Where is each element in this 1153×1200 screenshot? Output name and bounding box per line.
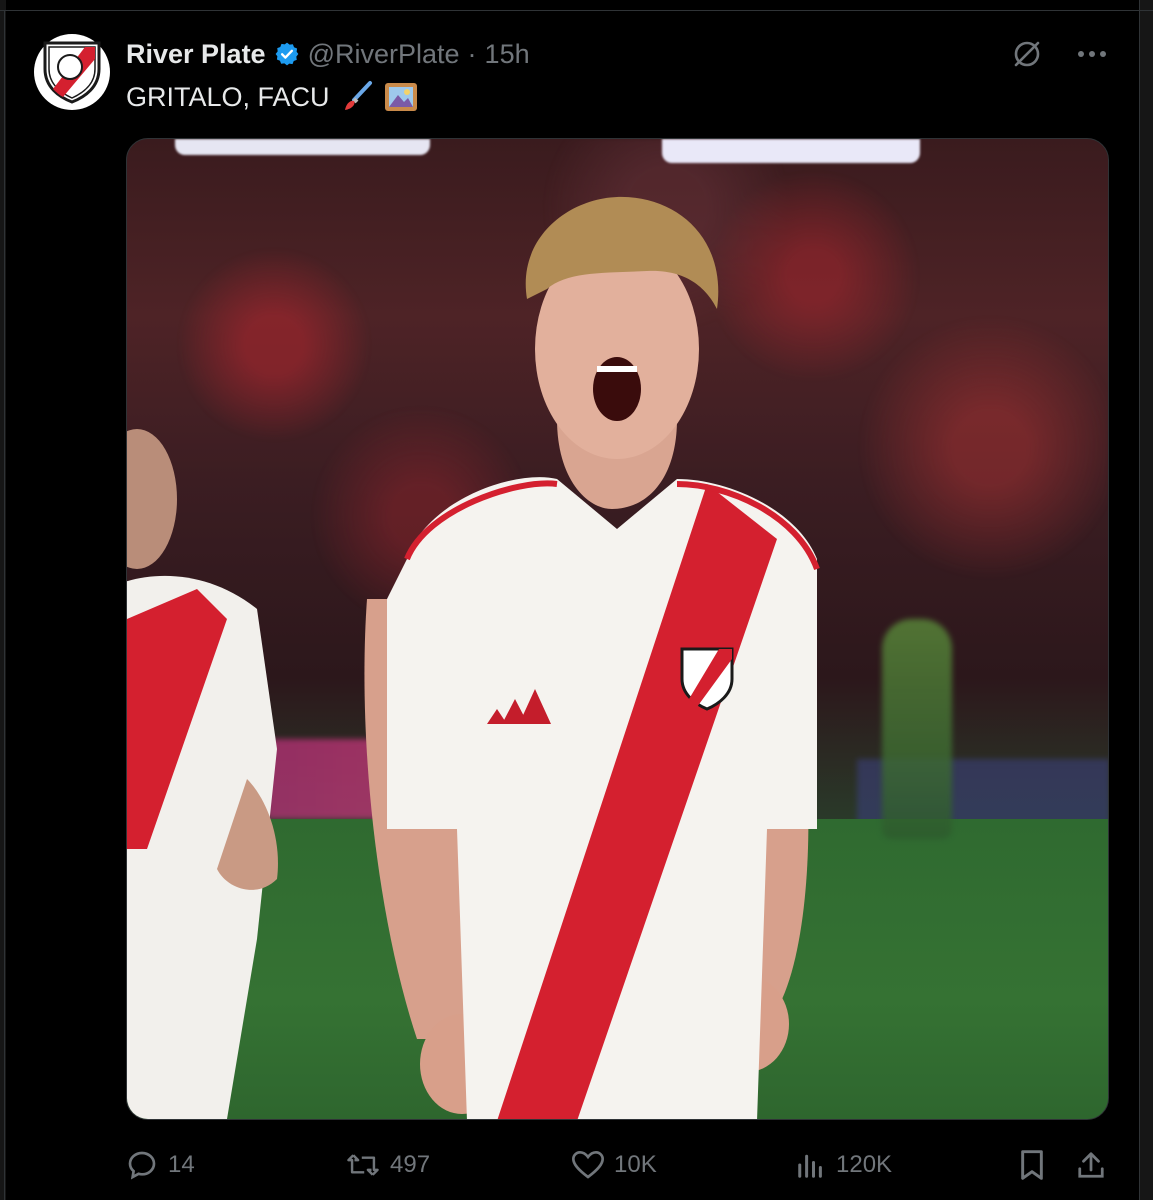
- left-divider: [4, 10, 5, 1200]
- repost-button[interactable]: 497: [346, 1145, 430, 1185]
- bookmark-button[interactable]: [1018, 1145, 1046, 1185]
- reply-button[interactable]: 14: [126, 1145, 195, 1185]
- like-count: 10K: [614, 1151, 657, 1178]
- player-figure: [364, 196, 820, 1119]
- views-button[interactable]: 120K: [796, 1145, 892, 1185]
- top-divider: [0, 10, 1153, 11]
- reply-icon: [126, 1149, 158, 1181]
- repost-icon: [346, 1149, 380, 1181]
- share-button[interactable]: [1076, 1145, 1106, 1185]
- tweet-body: GRITALO, FACU: [126, 81, 330, 112]
- floodlight: [662, 139, 920, 163]
- author-handle[interactable]: @RiverPlate: [308, 39, 460, 70]
- author-name[interactable]: River Plate: [126, 39, 266, 70]
- separator-dot: ·: [467, 38, 477, 69]
- views-count: 120K: [836, 1151, 893, 1178]
- share-icon: [1076, 1149, 1106, 1181]
- grok-icon[interactable]: [1011, 38, 1043, 70]
- tweet-text: GRITALO, FACU: [126, 80, 418, 114]
- views-icon: [796, 1150, 826, 1180]
- right-divider: [1139, 0, 1140, 1200]
- background-player: [882, 619, 952, 839]
- paintbrush-emoji-icon: [340, 80, 374, 114]
- repost-count: 497: [390, 1151, 431, 1178]
- more-icon[interactable]: [1077, 49, 1107, 59]
- tweet-photo[interactable]: [126, 138, 1109, 1120]
- avatar[interactable]: [34, 34, 110, 110]
- timestamp[interactable]: 15h: [485, 39, 530, 70]
- tweet-actions: 14 497 10K 120K: [126, 1145, 1116, 1185]
- framed-picture-emoji-icon: [384, 82, 418, 112]
- verified-badge-icon[interactable]: [274, 41, 300, 67]
- tweet-header: River Plate @RiverPlate · 15h: [126, 36, 530, 72]
- reply-count: 14: [168, 1151, 195, 1178]
- bookmark-icon: [1018, 1149, 1046, 1181]
- floodlight: [175, 139, 430, 155]
- river-plate-crest-icon: [41, 39, 103, 105]
- header-actions: [1011, 38, 1107, 70]
- teammate-figure: [127, 429, 278, 1119]
- heart-icon: [572, 1150, 604, 1180]
- like-button[interactable]: 10K: [572, 1145, 657, 1185]
